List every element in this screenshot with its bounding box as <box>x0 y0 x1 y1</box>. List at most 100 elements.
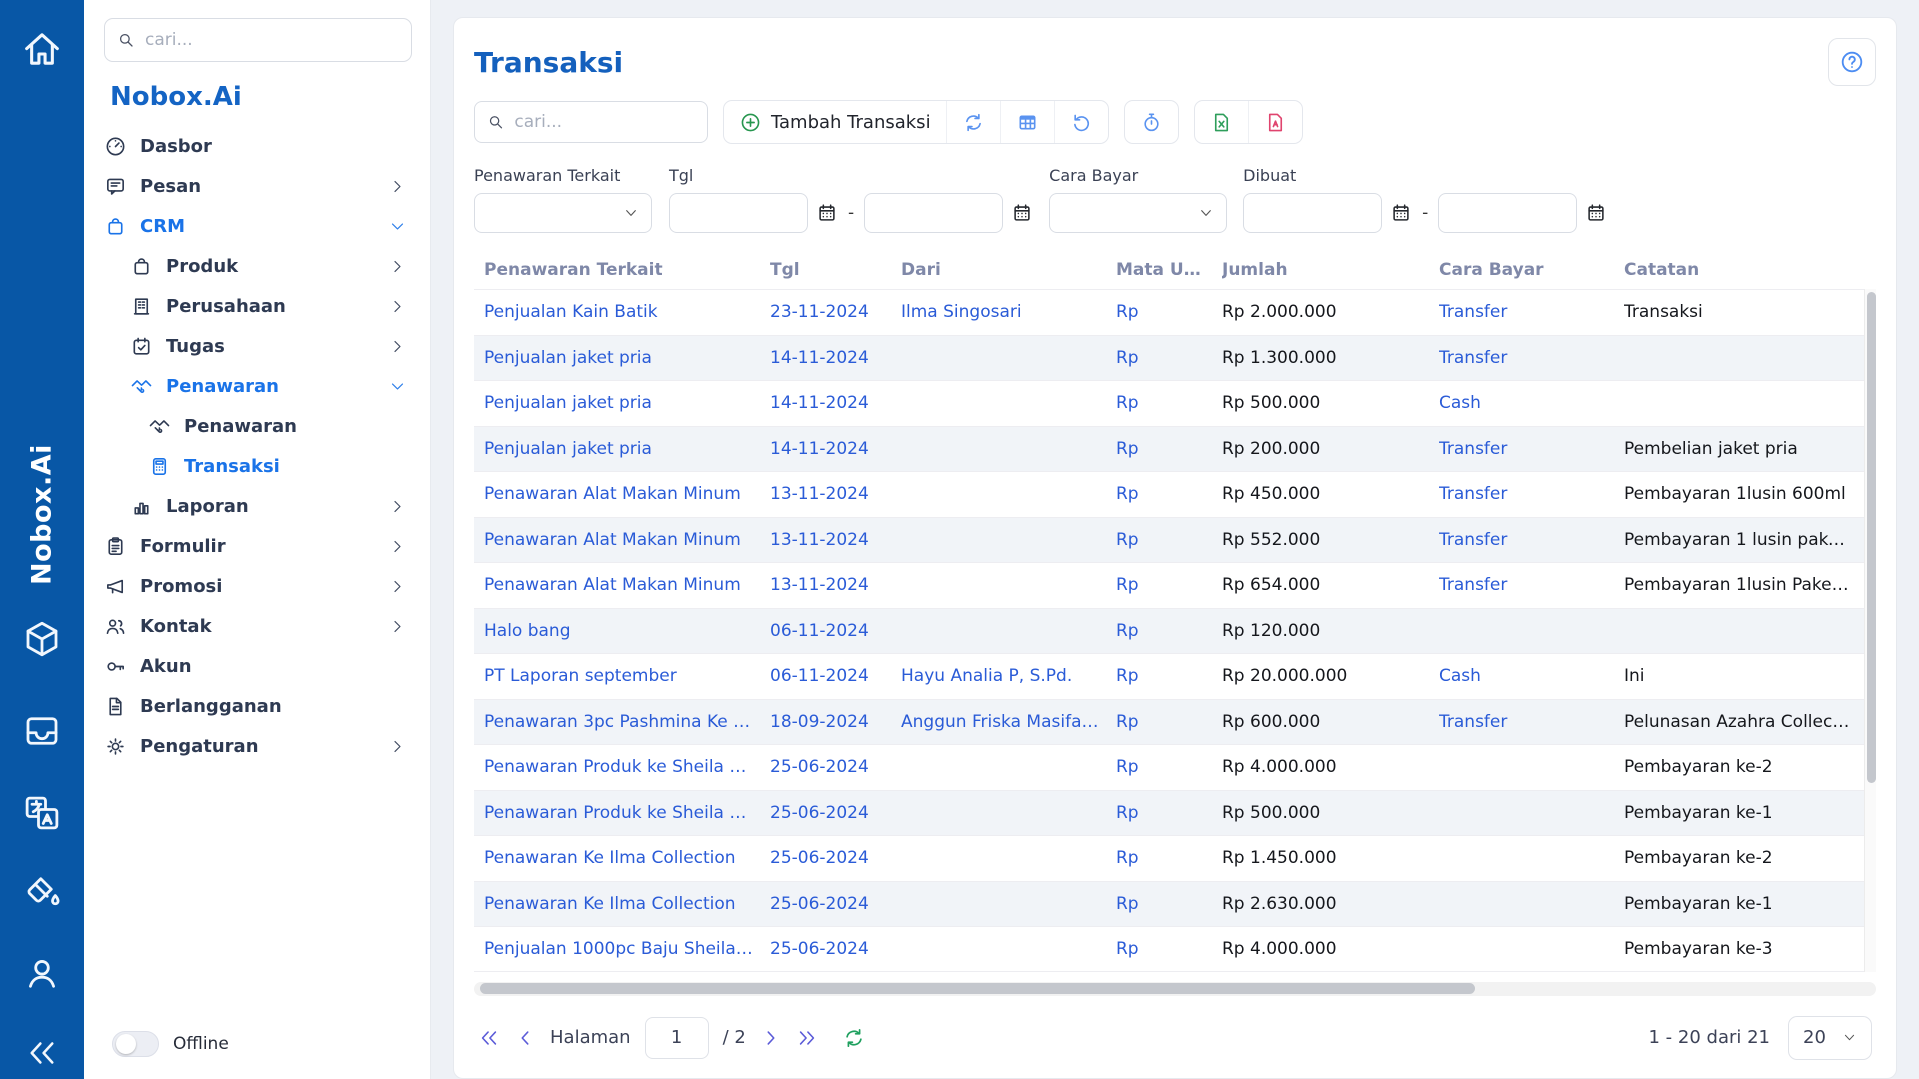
sidebar-search[interactable] <box>104 18 412 62</box>
cell-cara-bayar[interactable]: Transfer <box>1439 530 1624 550</box>
table-row[interactable]: Penawaran Alat Makan Minum13-11-2024RpRp… <box>474 517 1864 563</box>
reload-page-icon[interactable] <box>842 1026 866 1050</box>
page-number-input[interactable] <box>645 1017 709 1059</box>
cell-mata-uang[interactable]: Rp <box>1116 803 1222 823</box>
cell-tgl[interactable]: 25-06-2024 <box>770 803 901 823</box>
calendar-icon[interactable] <box>816 202 838 224</box>
table-row[interactable]: Penjualan jaket pria14-11-2024RpRp 500.0… <box>474 380 1864 426</box>
filter-tgl-from-input[interactable] <box>669 193 808 233</box>
column-header-mata-uang[interactable]: Mata Ua… <box>1116 260 1222 280</box>
cell-tgl[interactable]: 25-06-2024 <box>770 894 901 914</box>
cell-tgl[interactable]: 14-11-2024 <box>770 348 901 368</box>
cell-tgl[interactable]: 25-06-2024 <box>770 939 901 959</box>
table-row[interactable]: Penjualan jaket pria14-11-2024RpRp 200.0… <box>474 426 1864 472</box>
cell-cara-bayar[interactable]: Cash <box>1439 393 1624 413</box>
first-page-icon[interactable] <box>478 1027 500 1049</box>
cell-mata-uang[interactable]: Rp <box>1116 439 1222 459</box>
cell-mata-uang[interactable]: Rp <box>1116 666 1222 686</box>
cell-penawaran-terkait[interactable]: Penjualan jaket pria <box>484 439 770 459</box>
calendar-icon[interactable] <box>1011 202 1033 224</box>
cell-penawaran-terkait[interactable]: Penawaran Alat Makan Minum <box>484 484 770 504</box>
export-pdf-button[interactable] <box>1248 101 1302 143</box>
filter-tgl-to-input[interactable] <box>864 193 1003 233</box>
table-row[interactable]: Penjualan jaket pria14-11-2024RpRp 1.300… <box>474 335 1864 381</box>
cell-dari[interactable]: Hayu Analia P, S.Pd. <box>901 666 1116 686</box>
cell-penawaran-terkait[interactable]: PT Laporan september <box>484 666 770 686</box>
cell-penawaran-terkait[interactable]: Penawaran Ke Ilma Collection <box>484 848 770 868</box>
cell-cara-bayar[interactable]: Transfer <box>1439 348 1624 368</box>
cell-tgl[interactable]: 25-06-2024 <box>770 757 901 777</box>
cell-mata-uang[interactable]: Rp <box>1116 530 1222 550</box>
column-header-jumlah[interactable]: Jumlah <box>1222 260 1439 280</box>
vertical-scrollbar[interactable] <box>1864 289 1876 972</box>
cell-dari[interactable]: Anggun Friska Masifat… <box>901 712 1116 732</box>
cell-mata-uang[interactable]: Rp <box>1116 393 1222 413</box>
table-row[interactable]: Penawaran Alat Makan Minum13-11-2024RpRp… <box>474 471 1864 517</box>
cell-tgl[interactable]: 06-11-2024 <box>770 666 901 686</box>
cell-mata-uang[interactable]: Rp <box>1116 348 1222 368</box>
column-header-dari[interactable]: Dari <box>901 260 1116 280</box>
cell-mata-uang[interactable]: Rp <box>1116 939 1222 959</box>
sidebar-item-dasbor[interactable]: Dasbor <box>104 126 412 166</box>
cell-penawaran-terkait[interactable]: Penawaran Alat Makan Minum <box>484 530 770 550</box>
cell-penawaran-terkait[interactable]: Penawaran Alat Makan Minum <box>484 575 770 595</box>
cell-tgl[interactable]: 18-09-2024 <box>770 712 901 732</box>
cell-cara-bayar[interactable]: Cash <box>1439 666 1624 686</box>
cell-cara-bayar[interactable]: Transfer <box>1439 575 1624 595</box>
cell-penawaran-terkait[interactable]: Penawaran Produk ke Sheila C… <box>484 757 770 777</box>
table-row[interactable]: Penjualan 1000pc Baju Sheila …25-06-2024… <box>474 926 1864 972</box>
table-row[interactable]: Penawaran Alat Makan Minum13-11-2024RpRp… <box>474 562 1864 608</box>
horizontal-scrollbar-thumb[interactable] <box>480 983 1475 994</box>
table-row[interactable]: Penjualan Kain Batik23-11-2024Ilma Singo… <box>474 289 1864 335</box>
table-row[interactable]: Penawaran Ke Ilma Collection25-06-2024Rp… <box>474 835 1864 881</box>
cell-mata-uang[interactable]: Rp <box>1116 575 1222 595</box>
cell-tgl[interactable]: 13-11-2024 <box>770 484 901 504</box>
column-header-tgl[interactable]: Tgl <box>770 260 901 280</box>
cell-mata-uang[interactable]: Rp <box>1116 621 1222 641</box>
sidebar-item-penawaran[interactable]: Penawaran <box>104 366 412 406</box>
sidebar-search-input[interactable] <box>145 30 399 50</box>
cell-tgl[interactable]: 23-11-2024 <box>770 302 901 322</box>
stopwatch-button[interactable] <box>1125 101 1178 143</box>
cell-dari[interactable]: Ilma Singosari <box>901 302 1116 322</box>
previous-page-icon[interactable] <box>514 1027 536 1049</box>
collapse-icon[interactable] <box>23 1034 61 1072</box>
cell-mata-uang[interactable]: Rp <box>1116 757 1222 777</box>
calendar-icon[interactable] <box>1390 202 1412 224</box>
help-button[interactable] <box>1828 38 1876 86</box>
page-size-select[interactable]: 20 <box>1788 1016 1872 1060</box>
table-view-button[interactable] <box>1000 101 1054 143</box>
sidebar-item-laporan[interactable]: Laporan <box>104 486 412 526</box>
table-row[interactable]: PT Laporan september06-11-2024Hayu Anali… <box>474 653 1864 699</box>
profile-icon[interactable] <box>21 952 63 994</box>
refresh-button[interactable] <box>946 101 1000 143</box>
table-row[interactable]: Halo bang06-11-2024RpRp 120.000 <box>474 608 1864 654</box>
sidebar-item-pengaturan[interactable]: Pengaturan <box>104 726 412 766</box>
cell-mata-uang[interactable]: Rp <box>1116 894 1222 914</box>
table-search-input[interactable] <box>514 112 695 132</box>
cell-penawaran-terkait[interactable]: Penawaran Produk ke Sheila C… <box>484 803 770 823</box>
horizontal-scrollbar[interactable] <box>474 982 1876 996</box>
sidebar-item-transaksi-sub[interactable]: Transaksi <box>104 446 412 486</box>
sidebar-item-pesan[interactable]: Pesan <box>104 166 412 206</box>
table-search[interactable] <box>474 101 708 143</box>
cell-tgl[interactable]: 13-11-2024 <box>770 530 901 550</box>
home-icon[interactable] <box>19 26 65 72</box>
filter-cara-bayar-select[interactable] <box>1049 193 1227 233</box>
sidebar-item-promosi[interactable]: Promosi <box>104 566 412 606</box>
cell-cara-bayar[interactable]: Transfer <box>1439 439 1624 459</box>
table-row[interactable]: Penawaran Produk ke Sheila C…25-06-2024 R… <box>474 744 1864 790</box>
cell-mata-uang[interactable]: Rp <box>1116 848 1222 868</box>
column-header-cara-bayar[interactable]: Cara Bayar <box>1439 260 1624 280</box>
next-page-icon[interactable] <box>760 1027 782 1049</box>
filter-dibuat-from-input[interactable] <box>1243 193 1382 233</box>
sidebar-item-penawaran-sub[interactable]: Penawaran <box>104 406 412 446</box>
column-header-penawaran-terkait[interactable]: Penawaran Terkait <box>484 260 770 280</box>
sidebar-item-berlangganan[interactable]: Berlangganan <box>104 686 412 726</box>
cell-mata-uang[interactable]: Rp <box>1116 712 1222 732</box>
undo-button[interactable] <box>1054 101 1108 143</box>
table-row[interactable]: Penawaran Produk ke Sheila C…25-06-2024 R… <box>474 790 1864 836</box>
vertical-scrollbar-thumb[interactable] <box>1867 292 1876 783</box>
export-excel-button[interactable] <box>1195 101 1248 143</box>
package-icon[interactable] <box>21 618 63 660</box>
